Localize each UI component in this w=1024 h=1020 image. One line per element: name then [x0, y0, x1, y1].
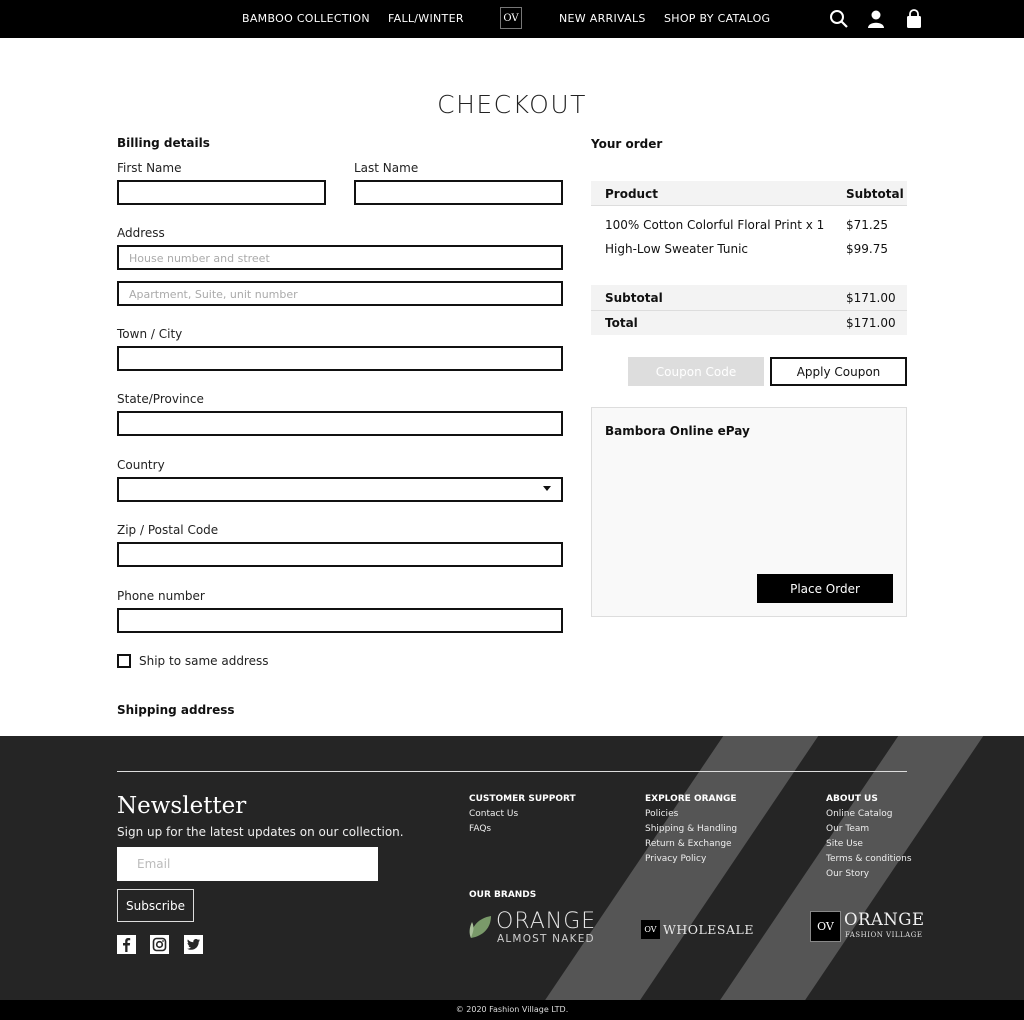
brand-wholesale[interactable]: OV WHOLESALE [641, 920, 754, 940]
our-brands-heading: OUR BRANDS [469, 890, 537, 900]
col-subtotal-header: Subtotal [846, 187, 904, 201]
newsletter-email-input[interactable]: Email [117, 847, 378, 881]
footer-link-shipping[interactable]: Shipping & Handling [645, 824, 737, 834]
footer-link-our-story[interactable]: Our Story [826, 869, 869, 879]
address-line2-placeholder: Apartment, Suite, unit number [129, 288, 298, 301]
page-title: CHECKOUT [437, 90, 587, 119]
first-name-field[interactable] [117, 180, 326, 205]
footer-link-privacy[interactable]: Privacy Policy [645, 854, 706, 864]
apply-coupon-label: Apply Coupon [796, 364, 881, 379]
billing-details-heading: Billing details [117, 136, 210, 150]
nav-new-arrivals[interactable]: NEW ARRIVALS [559, 12, 646, 25]
col-product-header: Product [605, 187, 658, 201]
brand-name: ORANGE [844, 910, 925, 929]
nav-shop-by-catalog[interactable]: SHOP BY CATALOG [664, 12, 770, 25]
newsletter-title: Newsletter [117, 793, 247, 819]
subtotal-value: $171.00 [846, 291, 896, 305]
explore-orange-heading: EXPLORE ORANGE [645, 794, 737, 804]
coupon-placeholder: Coupon Code [655, 364, 737, 379]
last-name-label: Last Name [354, 161, 419, 175]
order-item-name: High-Low Sweater Tunic [605, 242, 749, 256]
order-item-price: $99.75 [846, 242, 888, 256]
footer-link-our-team[interactable]: Our Team [826, 824, 869, 834]
instagram-icon[interactable] [150, 935, 169, 954]
nav-fall-winter[interactable]: FALL/WINTER [388, 12, 464, 25]
address-label: Address [117, 226, 165, 240]
total-value: $171.00 [846, 316, 896, 330]
facebook-icon[interactable] [117, 935, 136, 954]
footer-link-site-use[interactable]: Site Use [826, 839, 863, 849]
divider [591, 205, 907, 206]
address-line2-field[interactable]: Apartment, Suite, unit number [117, 281, 563, 306]
brand-orange-almost-naked[interactable]: ORANGE ALMOST NAKED [469, 909, 609, 948]
newsletter-subtitle: Sign up for the latest updates on our co… [117, 825, 404, 839]
state-field[interactable] [117, 411, 563, 436]
last-name-field[interactable] [354, 180, 563, 205]
phone-label: Phone number [117, 589, 205, 603]
shipping-address-heading: Shipping address [117, 703, 235, 717]
copyright-bar: © 2020 Fashion Village LTD. [0, 1000, 1024, 1020]
footer-link-terms[interactable]: Terms & conditions [826, 854, 912, 864]
country-label: Country [117, 458, 165, 472]
brand-orange-fashion-village[interactable]: OV ORANGE FASHION VILLAGE [810, 910, 924, 944]
payment-method-title: Bambora Online ePay [605, 424, 750, 438]
footer-link-faqs[interactable]: FAQs [469, 824, 491, 834]
footer-divider [117, 771, 907, 772]
brand-tagline: ALMOST NAKED [497, 933, 595, 945]
your-order-heading: Your order [591, 137, 663, 151]
footer: Newsletter Sign up for the latest update… [0, 736, 1024, 1000]
zip-field[interactable] [117, 542, 563, 567]
leaf-icon [469, 916, 491, 938]
cart-icon[interactable] [904, 9, 924, 29]
address-line1-placeholder: House number and street [129, 252, 270, 265]
site-logo[interactable]: OV [500, 7, 522, 29]
logo-monogram: OV [503, 12, 519, 24]
state-label: State/Province [117, 392, 204, 406]
nav-bamboo-collection[interactable]: BAMBOO COLLECTION [242, 12, 370, 25]
footer-link-policies[interactable]: Policies [645, 809, 678, 819]
chevron-down-icon [543, 486, 551, 491]
copyright-text: © 2020 Fashion Village LTD. [455, 1005, 569, 1014]
subtotal-label: Subtotal [605, 291, 663, 305]
top-navigation: BAMBOO COLLECTION FALL/WINTER OV NEW ARR… [0, 0, 1024, 38]
account-icon[interactable] [866, 9, 886, 29]
divider [591, 310, 907, 311]
coupon-code-input[interactable]: Coupon Code [628, 357, 764, 386]
twitter-icon[interactable] [184, 935, 203, 954]
subscribe-button[interactable]: Subscribe [117, 889, 194, 922]
ship-same-checkbox[interactable] [117, 654, 131, 668]
brand-monogram: OV [641, 920, 660, 939]
brand-monogram: OV [810, 911, 841, 942]
email-placeholder: Email [137, 857, 171, 871]
subscribe-label: Subscribe [126, 898, 185, 913]
footer-link-return-exchange[interactable]: Return & Exchange [645, 839, 732, 849]
search-icon[interactable] [829, 9, 849, 29]
footer-link-contact-us[interactable]: Contact Us [469, 809, 518, 819]
about-us-heading: ABOUT US [826, 794, 878, 804]
order-item-price: $71.25 [846, 218, 888, 232]
place-order-label: Place Order [790, 581, 860, 596]
country-select[interactable] [117, 477, 563, 502]
place-order-button[interactable]: Place Order [757, 574, 893, 603]
zip-label: Zip / Postal Code [117, 523, 219, 537]
customer-support-heading: CUSTOMER SUPPORT [469, 794, 576, 804]
order-item-name: 100% Cotton Colorful Floral Print x 1 [605, 218, 825, 232]
footer-link-online-catalog[interactable]: Online Catalog [826, 809, 892, 819]
city-field[interactable] [117, 346, 563, 371]
first-name-label: First Name [117, 161, 182, 175]
brand-name: WHOLESALE [663, 922, 754, 937]
address-line1-field[interactable]: House number and street [117, 245, 563, 270]
apply-coupon-button[interactable]: Apply Coupon [770, 357, 907, 386]
phone-field[interactable] [117, 608, 563, 633]
total-label: Total [605, 316, 638, 330]
ship-same-label: Ship to same address [139, 654, 269, 668]
brand-name: ORANGE [496, 909, 597, 934]
brand-tagline: FASHION VILLAGE [845, 931, 923, 939]
city-label: Town / City [117, 327, 183, 341]
payment-panel: Bambora Online ePay Place Order [591, 407, 907, 617]
